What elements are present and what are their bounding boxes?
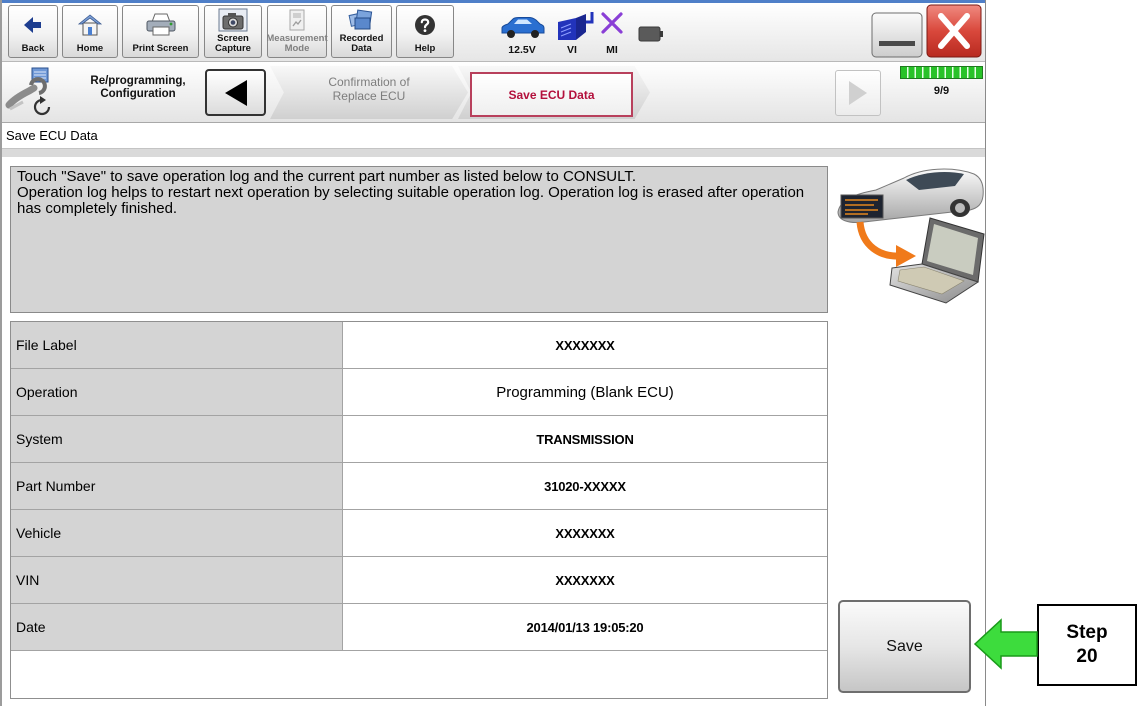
table-row: Date 2014/01/13 19:05:20	[11, 604, 827, 651]
progress-bar	[900, 66, 983, 79]
workflow-nav-bar: Re/programming, Configuration Confirmati…	[0, 62, 985, 123]
home-icon	[78, 6, 102, 44]
green-arrow-left-icon	[973, 617, 1039, 676]
recorded-data-icon	[347, 6, 377, 34]
screen-capture-button-label: Screen Capture	[215, 33, 251, 54]
recorded-data-button[interactable]: Recorded Data	[331, 5, 392, 58]
window-right-border	[985, 0, 986, 706]
row-label-system: System	[11, 416, 343, 462]
row-label-date: Date	[11, 604, 343, 650]
next-step-button[interactable]	[835, 70, 881, 116]
progress-fill	[901, 67, 982, 78]
print-screen-button[interactable]: Print Screen	[122, 5, 199, 58]
save-button[interactable]: Save	[838, 600, 971, 693]
row-label-part-number: Part Number	[11, 463, 343, 509]
car-to-laptop-icon	[834, 160, 986, 313]
title-separator	[0, 149, 985, 157]
step-callout-label: Step	[1066, 622, 1108, 643]
home-button[interactable]: Home	[62, 5, 118, 58]
row-label-operation: Operation	[11, 369, 343, 415]
step-callout-number: 20	[1076, 646, 1098, 667]
row-value-file-label: XXXXXXX	[555, 337, 615, 353]
main-toolbar: Back Home Print Screen Screen Capture Me…	[0, 3, 985, 62]
home-button-label: Home	[76, 43, 104, 54]
table-row: System TRANSMISSION	[11, 416, 827, 463]
back-button-label: Back	[21, 43, 45, 54]
battery-icon	[638, 26, 664, 47]
row-value-part-number: 31020-XXXXX	[544, 478, 626, 494]
ecu-data-table: File Label XXXXXXX Operation Programming…	[10, 321, 828, 699]
camera-icon	[218, 6, 248, 34]
chevron-right-icon	[849, 81, 867, 105]
table-row: Part Number 31020-XXXXX	[11, 463, 827, 510]
instruction-box: Touch "Save" to save operation log and t…	[10, 166, 828, 313]
measurement-mode-button-label: Measurement Mode	[266, 33, 328, 54]
reprogramming-icon	[5, 65, 53, 124]
breadcrumb-step-save-label: Save ECU Data	[508, 87, 595, 102]
help-icon	[414, 6, 436, 44]
table-row: Operation Programming (Blank ECU)	[11, 369, 827, 416]
close-icon	[926, 4, 982, 58]
measurement-icon	[286, 6, 308, 34]
measurement-mode-button[interactable]: Measurement Mode	[266, 5, 328, 58]
battery-voltage-readout: 12.5V	[508, 44, 536, 56]
row-label-vehicle: Vehicle	[11, 510, 343, 556]
page-title-bar: Save ECU Data	[0, 123, 985, 149]
table-row: Vehicle XXXXXXX	[11, 510, 827, 557]
chevron-left-icon	[224, 79, 247, 106]
recorded-data-button-label: Recorded Data	[339, 33, 384, 54]
window-left-border	[0, 0, 2, 706]
vi-icon	[556, 10, 594, 47]
row-value-vehicle: XXXXXXX	[555, 525, 615, 541]
breadcrumb-step-save-ecu-data: Save ECU Data	[470, 72, 633, 117]
print-screen-button-label: Print Screen	[132, 43, 189, 54]
breadcrumb-step-confirmation-label: Confirmation of Replace ECU	[328, 75, 410, 103]
page-title: Save ECU Data	[6, 128, 98, 143]
row-label-vin: VIN	[11, 557, 343, 603]
table-row: File Label XXXXXXX	[11, 322, 827, 369]
vehicle-icon	[499, 16, 545, 45]
row-label-file-label: File Label	[11, 322, 343, 368]
mi-icon	[599, 10, 625, 41]
vi-status-label: VI	[567, 44, 577, 56]
row-value-system: TRANSMISSION	[536, 431, 634, 447]
minimize-icon	[871, 12, 923, 58]
consult-app-window: Back Home Print Screen Screen Capture Me…	[0, 0, 986, 706]
table-row: VIN XXXXXXX	[11, 557, 827, 604]
save-button-label: Save	[886, 637, 923, 655]
mi-status-label: MI	[606, 44, 618, 56]
mode-label: Re/programming, Configuration	[90, 75, 186, 100]
progress-label: 9/9	[933, 85, 950, 97]
previous-step-button[interactable]	[205, 69, 266, 116]
row-value-operation: Programming (Blank ECU)	[496, 383, 674, 401]
help-button[interactable]: Help	[396, 5, 454, 58]
printer-icon	[145, 6, 177, 44]
close-button[interactable]	[926, 4, 982, 63]
minimize-button[interactable]	[871, 12, 923, 63]
step-callout-box: Step 20	[1037, 604, 1137, 686]
row-value-date: 2014/01/13 19:05:20	[526, 619, 644, 635]
row-value-vin: XXXXXXX	[555, 572, 615, 588]
table-row-empty	[11, 651, 827, 698]
back-arrow-icon	[23, 6, 43, 44]
back-button[interactable]: Back	[8, 5, 58, 58]
help-button-label: Help	[414, 43, 436, 54]
screen-capture-button[interactable]: Screen Capture	[204, 5, 262, 58]
